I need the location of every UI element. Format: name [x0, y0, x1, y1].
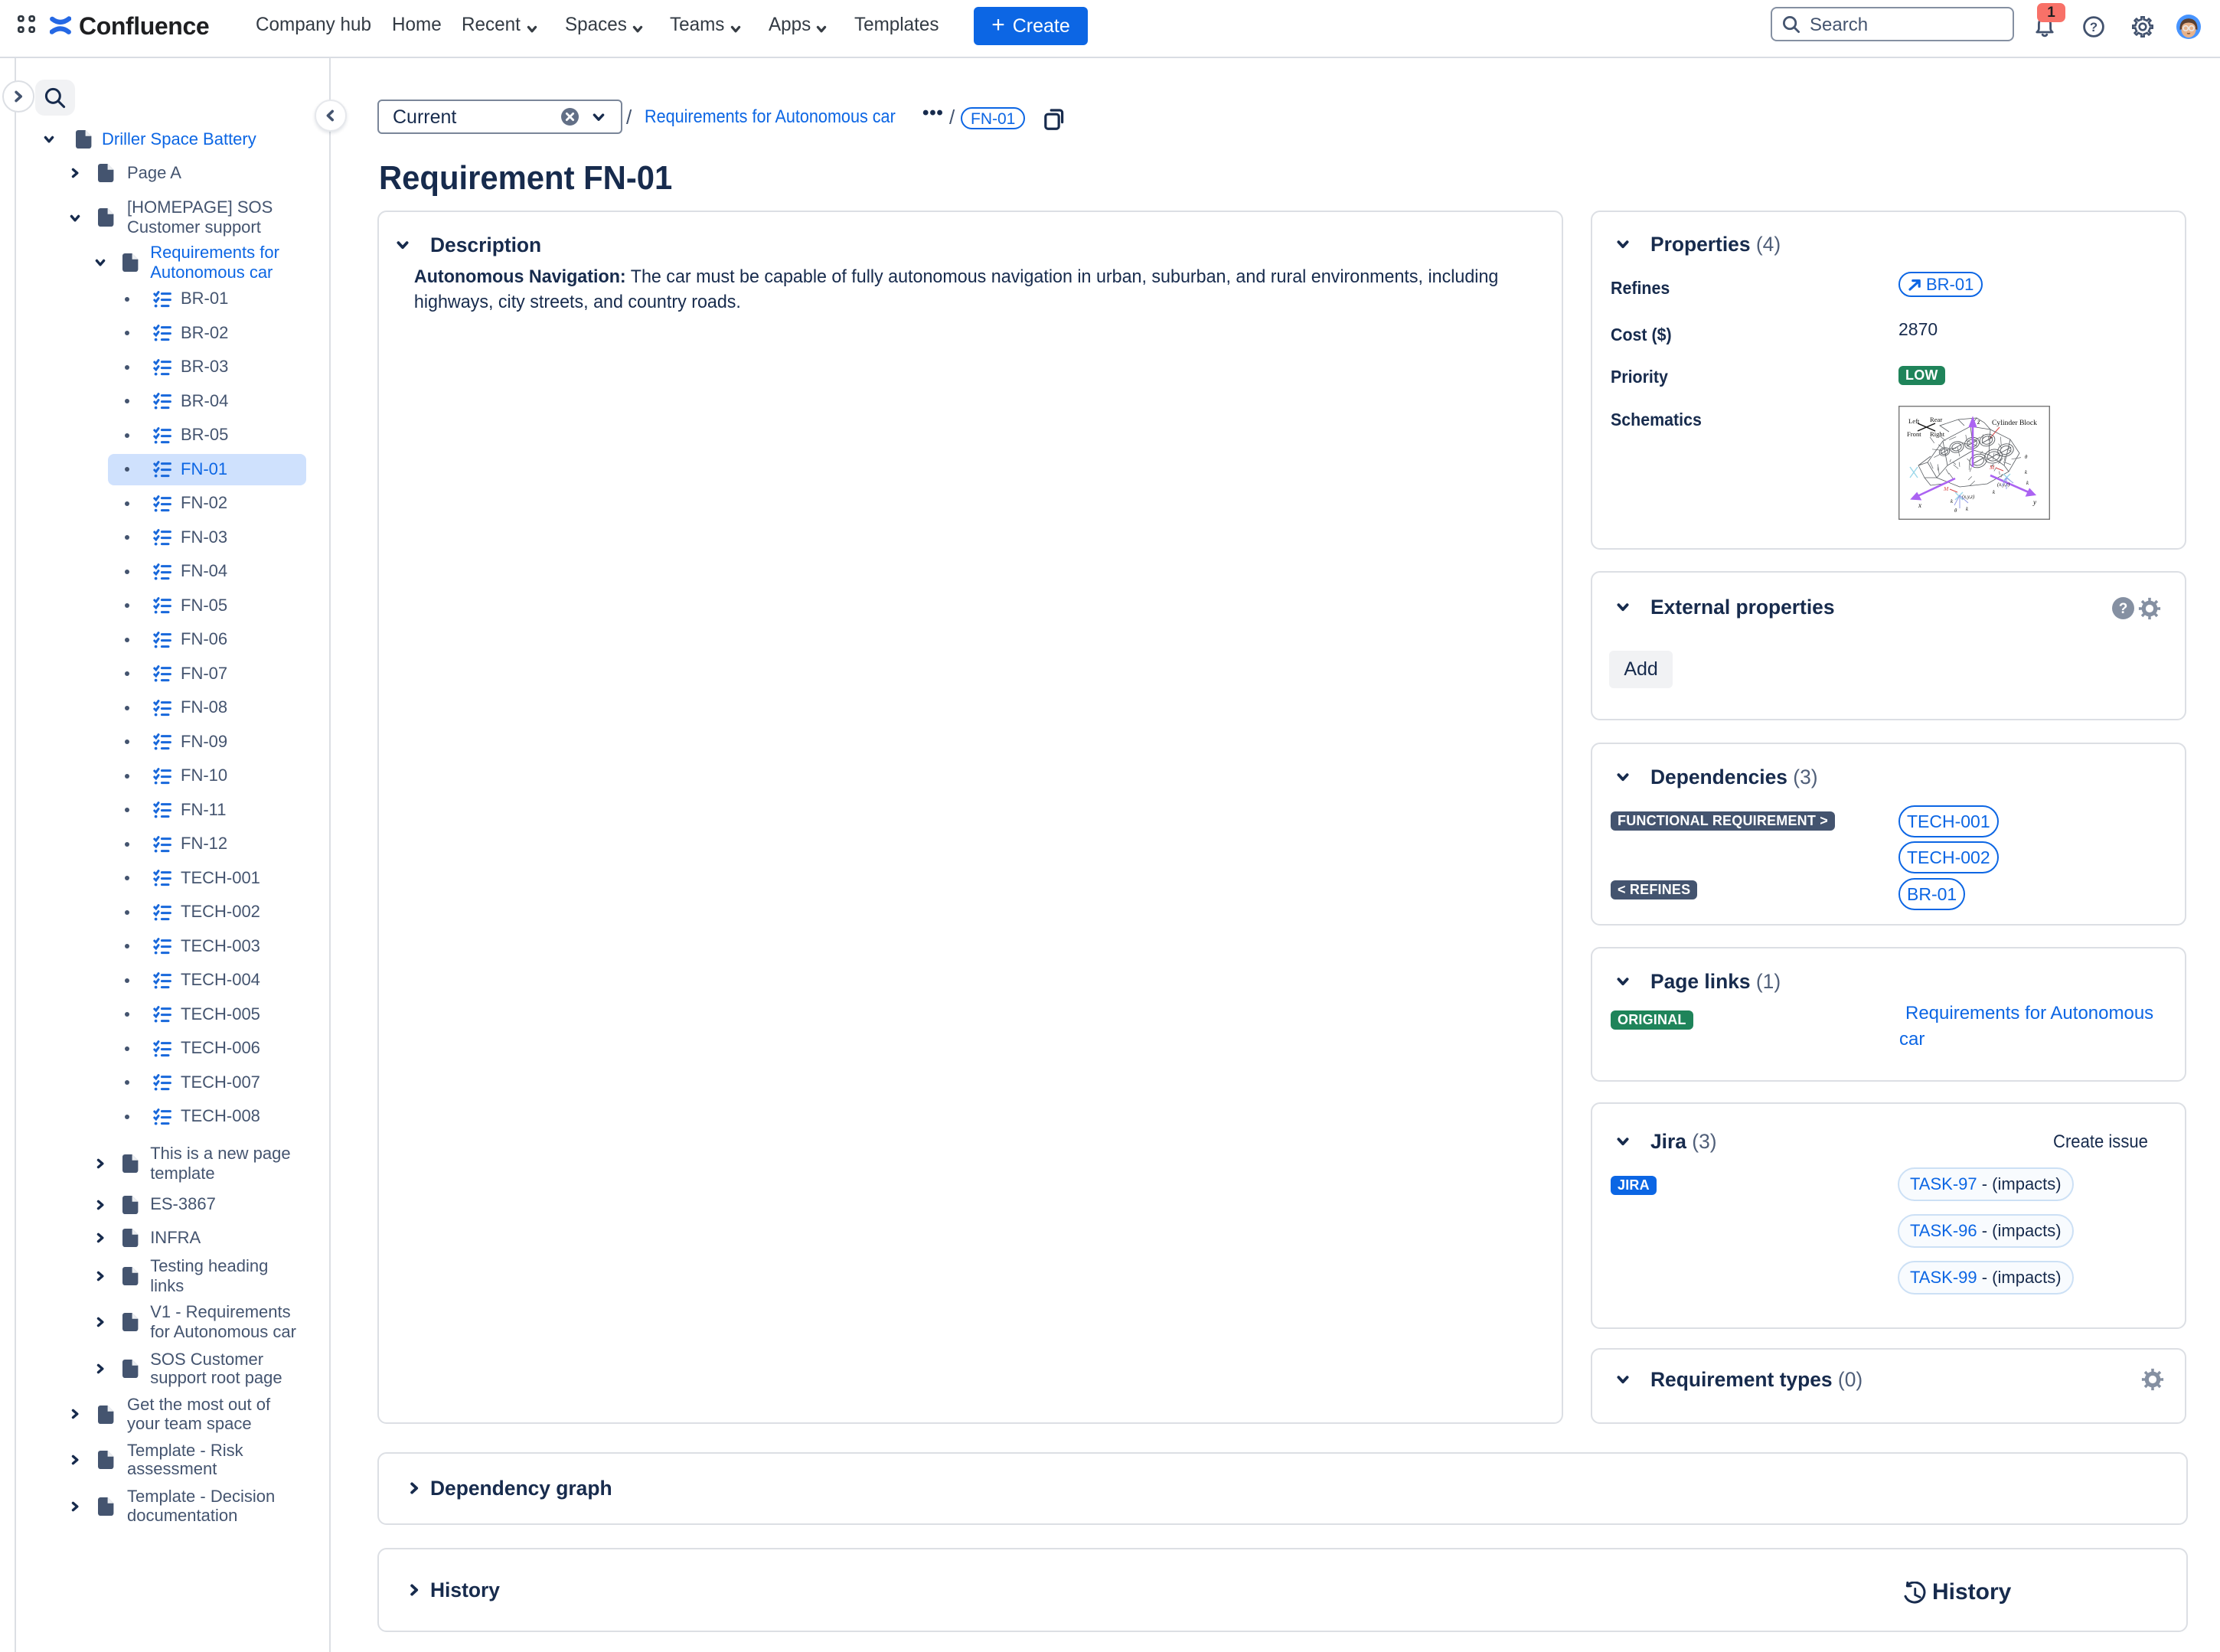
- svg-text:M: M: [1989, 464, 1995, 471]
- svg-text:Front: Front: [1907, 430, 1921, 438]
- svg-text:?: ?: [2119, 601, 2128, 617]
- svg-text:M: M: [1943, 485, 1949, 492]
- svg-text:Rear: Rear: [1930, 416, 1942, 423]
- svg-text:z: z: [1977, 418, 1980, 426]
- svg-text:?: ?: [2090, 20, 2098, 34]
- svg-text:Cylinder Block: Cylinder Block: [1992, 419, 2037, 427]
- svg-text:Right: Right: [1930, 430, 1945, 438]
